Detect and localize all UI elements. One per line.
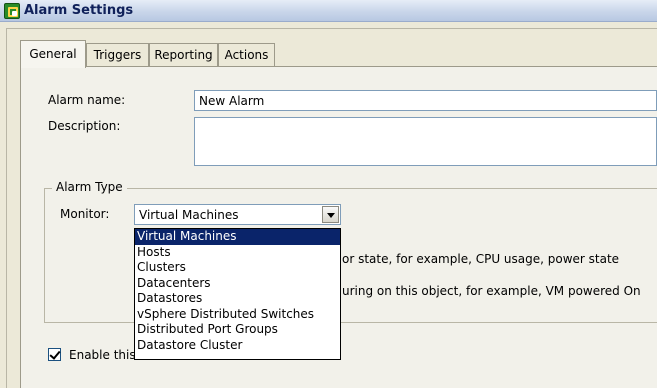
title-bar: Alarm Settings (0, 0, 657, 22)
dropdown-option-distributed-port-groups[interactable]: Distributed Port Groups (135, 322, 340, 338)
monitor-select[interactable]: Virtual Machines (134, 204, 341, 225)
dropdown-option-clusters[interactable]: Clusters (135, 260, 340, 276)
dropdown-option-hosts[interactable]: Hosts (135, 245, 340, 261)
dropdown-option-virtual-machines[interactable]: Virtual Machines (135, 229, 340, 245)
window-title: Alarm Settings (24, 3, 134, 18)
tab-general[interactable]: General (20, 40, 86, 68)
dropdown-option-datacenters[interactable]: Datacenters (135, 276, 340, 292)
alarm-type-title: Alarm Type (52, 180, 127, 194)
description-label: Description: (48, 119, 121, 133)
alarm-name-label: Alarm name: (48, 93, 126, 107)
dropdown-option-datastores[interactable]: Datastores (135, 291, 340, 307)
monitor-label: Monitor: (60, 207, 110, 221)
monitor-option-event-text: uring on this object, for example, VM po… (342, 284, 641, 298)
dropdown-option-datastore-cluster[interactable]: Datastore Cluster (135, 338, 340, 354)
description-textarea[interactable] (194, 117, 657, 166)
enable-alarm-checkbox[interactable] (48, 348, 61, 361)
monitor-option-condition-text: or state, for example, CPU usage, power … (342, 252, 620, 266)
tab-triggers[interactable]: Triggers (86, 43, 149, 67)
alarm-name-input[interactable] (194, 90, 657, 111)
monitor-select-value: Virtual Machines (139, 208, 239, 222)
app-icon (4, 3, 20, 19)
tab-reporting[interactable]: Reporting (149, 43, 218, 67)
chevron-down-icon[interactable] (322, 206, 339, 223)
monitor-dropdown-list[interactable]: Virtual Machines Hosts Clusters Datacent… (134, 228, 341, 360)
tab-actions[interactable]: Actions (218, 43, 275, 67)
dropdown-option-vsphere-distributed-switches[interactable]: vSphere Distributed Switches (135, 307, 340, 323)
